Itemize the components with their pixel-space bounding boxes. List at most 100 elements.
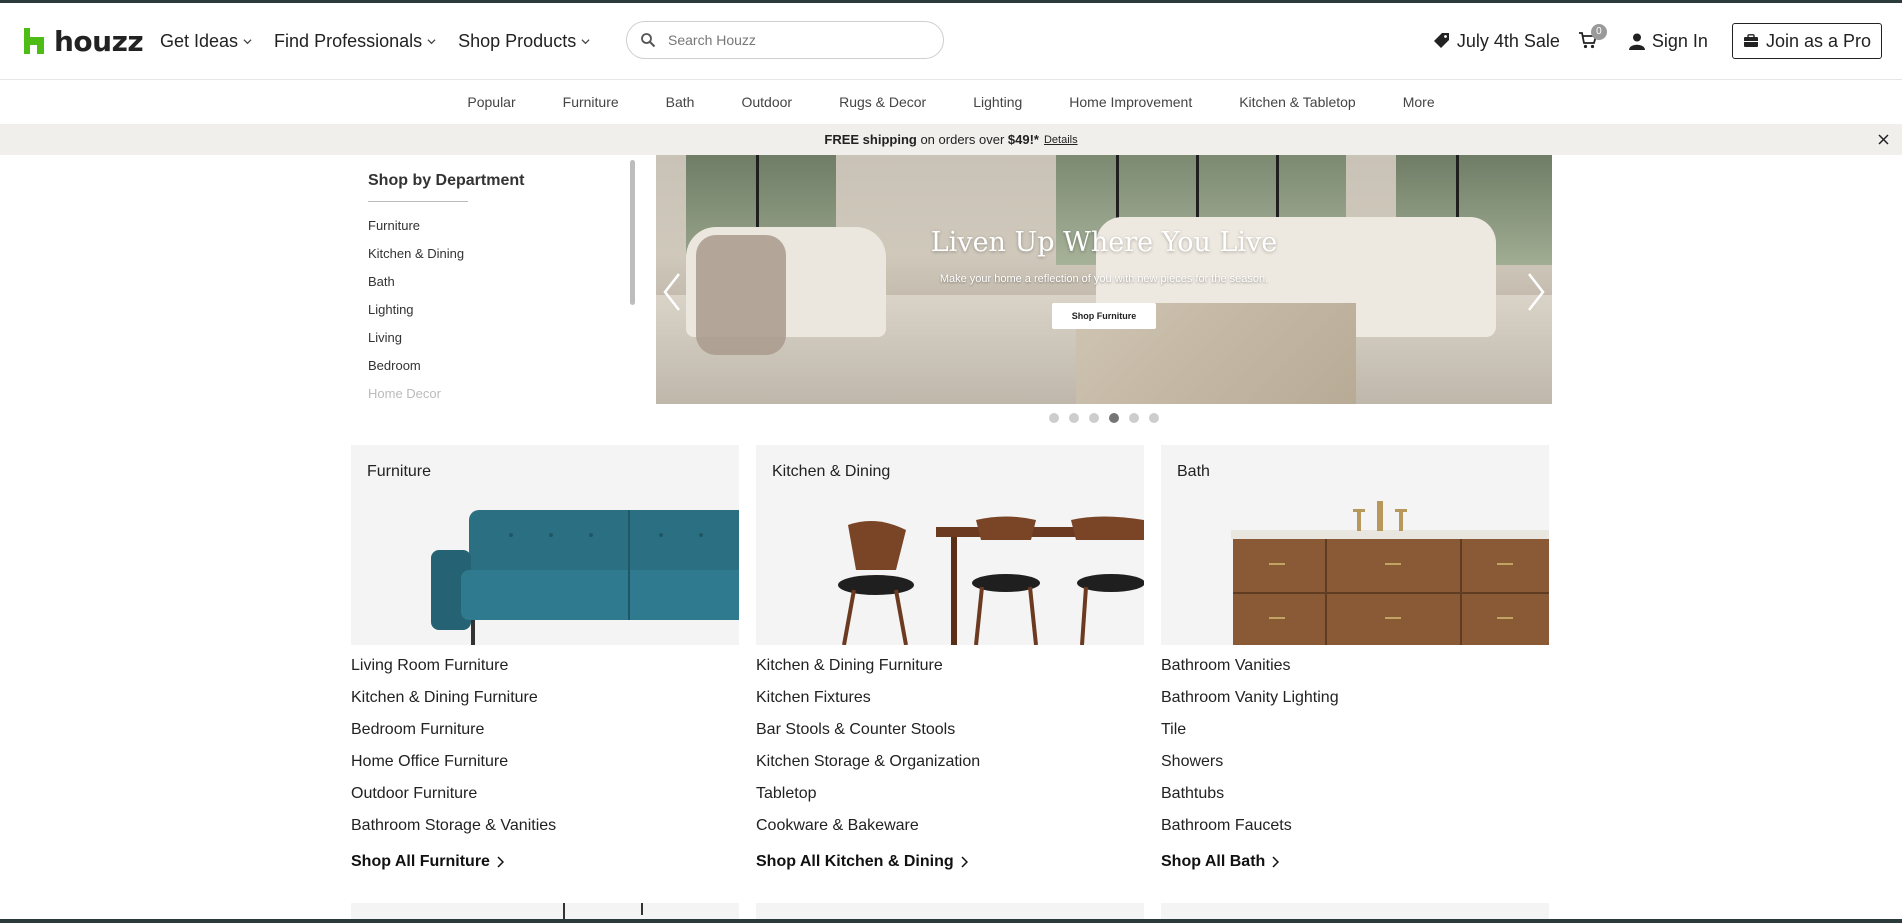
sign-in-link[interactable]: Sign In: [1628, 31, 1708, 52]
promo-bold: FREE shipping: [824, 132, 917, 147]
category-link[interactable]: Cookware & Bakeware: [756, 815, 1144, 847]
logo-wordmark: houzz: [54, 25, 144, 58]
dining-set-image: [838, 516, 1144, 645]
nav-label: Get Ideas: [160, 31, 239, 51]
cart-button[interactable]: 0: [1578, 24, 1607, 52]
join-label: Join as a Pro: [1765, 30, 1871, 51]
department-item-kitchen-dining[interactable]: Kitchen & Dining: [368, 245, 464, 273]
carousel-dot[interactable]: [1089, 413, 1099, 423]
sign-in-label: Sign In: [1651, 30, 1708, 51]
subnav-home-improvement[interactable]: Home Improvement: [1069, 94, 1192, 110]
carousel-dot[interactable]: [1129, 413, 1139, 423]
shop-all-bath-link[interactable]: Shop All Bath: [1161, 847, 1549, 877]
department-list: Furniture Kitchen & Dining Bath Lighting…: [368, 217, 464, 405]
category-link[interactable]: Bathroom Vanities: [1161, 655, 1549, 687]
department-item-furniture[interactable]: Furniture: [368, 217, 464, 245]
chevron-left-icon[interactable]: [661, 272, 683, 312]
chevron-right-icon: [1272, 856, 1280, 868]
nav-label: Find Professionals: [274, 31, 423, 51]
category-image-bath[interactable]: Bath: [1161, 445, 1549, 645]
carousel-dot[interactable]: [1049, 413, 1059, 423]
category-link[interactable]: Living Room Furniture: [351, 655, 739, 687]
carousel-dots: [1049, 413, 1159, 423]
subnav-outdoor[interactable]: Outdoor: [741, 94, 792, 110]
category-link[interactable]: Kitchen Storage & Organization: [756, 751, 1144, 783]
department-item-home-decor[interactable]: Home Decor: [368, 385, 464, 405]
nav-label: Shop Products: [458, 31, 577, 51]
category-link[interactable]: Showers: [1161, 751, 1549, 783]
shop-by-department-panel: Shop by Department Furniture Kitchen & D…: [351, 155, 639, 405]
carousel-dot-active[interactable]: [1109, 413, 1119, 423]
department-scrollbar[interactable]: [630, 160, 635, 305]
category-card-bath: Bath Bathroom Vanities Bathroom Vanity L…: [1161, 445, 1549, 877]
july-4th-sale-link[interactable]: July 4th Sale: [1433, 31, 1560, 52]
category-link[interactable]: Bathroom Vanity Lighting: [1161, 687, 1549, 719]
category-link[interactable]: Tile: [1161, 719, 1549, 751]
subnav-lighting[interactable]: Lighting: [973, 94, 1022, 110]
category-link[interactable]: Bathtubs: [1161, 783, 1549, 815]
nav-get-ideas[interactable]: Get Ideas: [160, 31, 252, 52]
category-link[interactable]: Kitchen & Dining Furniture: [351, 687, 739, 719]
free-shipping-banner: FREE shipping on orders over $49!* Detai…: [0, 124, 1902, 155]
subnav-furniture[interactable]: Furniture: [563, 94, 619, 110]
close-icon[interactable]: [1877, 133, 1890, 146]
category-link[interactable]: Tabletop: [756, 783, 1144, 815]
category-link[interactable]: Kitchen & Dining Furniture: [756, 655, 1144, 687]
shop-furniture-button[interactable]: Shop Furniture: [1052, 303, 1156, 329]
subnav-popular[interactable]: Popular: [467, 94, 515, 110]
department-item-bath[interactable]: Bath: [368, 273, 464, 301]
category-link[interactable]: Outdoor Furniture: [351, 783, 739, 815]
hero-title: Liven Up Where You Live: [930, 227, 1278, 258]
category-links: Living Room Furniture Kitchen & Dining F…: [351, 655, 739, 877]
carousel-dot[interactable]: [1149, 413, 1159, 423]
carousel-dot[interactable]: [1069, 413, 1079, 423]
category-image-kitchen-dining[interactable]: Kitchen & Dining: [756, 445, 1144, 645]
search-bar[interactable]: [626, 21, 944, 59]
shop-all-label: Shop All Kitchen & Dining: [756, 853, 954, 870]
main-nav: Get Ideas Find Professionals Shop Produc…: [160, 31, 590, 52]
teal-sofa-image: [431, 510, 739, 645]
category-link[interactable]: Kitchen Fixtures: [756, 687, 1144, 719]
category-link[interactable]: Bar Stools & Counter Stools: [756, 719, 1144, 751]
hero-carousel: Liven Up Where You Live Make your home a…: [656, 155, 1552, 404]
promo-details-link[interactable]: Details: [1044, 134, 1078, 146]
header-actions: July 4th Sale 0 Sign In Join as a Pro: [1433, 23, 1882, 59]
category-links: Kitchen & Dining Furniture Kitchen Fixtu…: [756, 655, 1144, 877]
hero-subtitle: Make your home a reflection of you with …: [939, 273, 1269, 285]
category-subnav: Popular Furniture Bath Outdoor Rugs & De…: [0, 80, 1902, 123]
houzz-logo[interactable]: houzz: [22, 25, 144, 58]
nav-find-professionals[interactable]: Find Professionals: [274, 31, 436, 52]
chevron-down-icon: [427, 39, 436, 45]
department-item-lighting[interactable]: Lighting: [368, 301, 464, 329]
chevron-down-icon: [581, 39, 590, 45]
subnav-rugs-decor[interactable]: Rugs & Decor: [839, 94, 926, 110]
nav-shop-products[interactable]: Shop Products: [458, 31, 590, 52]
shop-all-furniture-link[interactable]: Shop All Furniture: [351, 847, 739, 877]
subnav-more[interactable]: More: [1403, 94, 1435, 110]
shop-all-kitchen-dining-link[interactable]: Shop All Kitchen & Dining: [756, 847, 1144, 877]
category-image-furniture[interactable]: Furniture: [351, 445, 739, 645]
category-link[interactable]: Bathroom Faucets: [1161, 815, 1549, 847]
category-card-furniture: Furniture Living Room Furniture Kitchen …: [351, 445, 739, 877]
category-links: Bathroom Vanities Bathroom Vanity Lighti…: [1161, 655, 1549, 877]
site-header: houzz Get Ideas Find Professionals Shop …: [0, 3, 1902, 80]
department-item-living[interactable]: Living: [368, 329, 464, 357]
chevron-right-icon: [497, 856, 504, 868]
chevron-right-icon[interactable]: [1525, 272, 1547, 312]
promo-amount: $49!*: [1007, 132, 1039, 147]
subnav-bath[interactable]: Bath: [666, 94, 695, 110]
category-link[interactable]: Bedroom Furniture: [351, 719, 739, 751]
chevron-right-icon: [961, 856, 968, 868]
bottom-edge: [0, 919, 1902, 923]
join-as-pro-button[interactable]: Join as a Pro: [1731, 23, 1882, 59]
houzz-logo-icon: [24, 28, 44, 54]
category-link[interactable]: Home Office Furniture: [351, 751, 739, 783]
divider: [368, 201, 468, 202]
department-item-bedroom[interactable]: Bedroom: [368, 357, 464, 385]
category-link[interactable]: Bathroom Storage & Vanities: [351, 815, 739, 847]
category-card-kitchen-dining: Kitchen & Dining Kitchen & Dining Furnit…: [756, 445, 1144, 877]
search-icon: [641, 33, 656, 48]
subnav-kitchen-tabletop[interactable]: Kitchen & Tabletop: [1239, 94, 1356, 110]
search-input[interactable]: [666, 31, 910, 49]
promo-text: on orders over: [916, 132, 1008, 147]
